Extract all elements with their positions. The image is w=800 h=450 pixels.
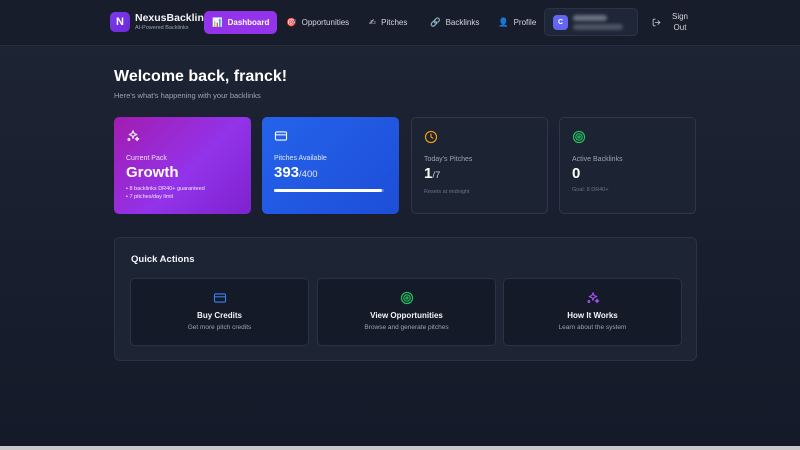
pitches-available-card: Pitches Available 393/400 [262,117,399,214]
pitches-value: 393/400 [274,164,387,184]
active-note: Goal: 8 DR40+ [572,187,609,193]
pack-label: Current Pack [126,155,167,162]
user-name-redacted [573,15,607,21]
nav-opportunities-label: Opportunities [301,18,350,27]
top-navbar: N NexusBacklinks AI-Powered Backlinks 📊 … [0,0,800,46]
today-value: 1/7 [424,165,535,185]
nav-opportunities[interactable]: 🎯 Opportunities [278,11,357,34]
pitches-total: /400 [299,169,318,180]
nav-profile[interactable]: 👤 Profile [490,11,544,34]
user-icon: 👤 [498,17,509,28]
view-opportunities-action[interactable]: View Opportunities Browse and generate p… [317,278,496,346]
pack-value: Growth [126,164,179,181]
buy-credits-action[interactable]: Buy Credits Get more pitch credits [130,278,309,346]
nav-backlinks[interactable]: 🔗 Backlinks [422,11,487,34]
sparkles-icon [586,292,599,304]
window-bottom-edge [0,446,800,450]
chart-icon: 📊 [212,17,223,28]
pack-feature: • 8 backlinks DR40+ guaranteed [126,186,205,192]
action-name: Buy Credits [197,311,242,320]
nav-pitches[interactable]: ✍ Pitches [361,11,415,34]
action-name: View Opportunities [370,311,443,320]
target-icon [400,291,413,305]
action-name: How It Works [567,311,618,320]
target-dart-icon: 🎯 [286,17,297,28]
avatar: C [553,15,568,30]
active-label: Active Backlinks [572,156,623,163]
signout-label: Sign Out [671,12,688,32]
nav-dashboard-label: Dashboard [227,18,270,27]
target-icon [572,130,586,144]
today-label: Today's Pitches [424,156,473,163]
pack-feature: • 7 pitches/day limit [126,194,174,200]
action-description: Get more pitch credits [187,324,252,331]
nav-pitches-label: Pitches [381,18,408,27]
today-note: Resets at midnight [424,189,470,195]
brand-tagline: AI-Powered Backlinks [135,24,189,31]
todays-pitches-card: Today's Pitches 1/7 Resets at midnight [411,117,548,214]
active-value: 0 [572,165,581,182]
user-menu[interactable]: C [544,8,638,36]
nav-backlinks-label: Backlinks [445,18,480,27]
credit-card-icon [213,293,226,303]
pitches-count: 393 [274,164,300,181]
brand[interactable]: N NexusBacklinks AI-Powered Backlinks [110,12,205,32]
today-total: /7 [432,170,441,181]
action-description: Browse and generate pitches [364,324,449,331]
clock-icon [424,130,438,144]
brand-name: NexusBacklinks [135,13,205,24]
credit-card-icon [274,131,288,141]
pitches-progress-fill [274,189,383,192]
user-email-redacted [573,24,623,30]
pitches-label: Pitches Available [274,155,327,162]
brand-logo: N [110,12,130,32]
quick-actions-panel: Quick Actions Buy Credits Get more pitch… [114,237,697,361]
sparkles-icon [127,130,140,142]
signout-button[interactable]: Sign Out [652,11,691,33]
pitches-progress-bar [274,189,384,192]
logout-icon [652,18,661,26]
page-subtitle: Here's what's happening with your backli… [114,91,261,100]
nav-dashboard[interactable]: 📊 Dashboard [204,11,278,34]
how-it-works-action[interactable]: How It Works Learn about the system [503,278,682,346]
writing-hand-icon: ✍ [369,17,377,28]
nav-profile-label: Profile [513,18,537,27]
link-icon: 🔗 [430,17,441,28]
current-pack-card: Current Pack Growth • 8 backlinks DR40+ … [114,117,251,214]
action-description: Learn about the system [558,324,627,331]
quick-actions-title: Quick Actions [131,254,195,265]
page-title: Welcome back, franck! [114,68,288,85]
active-backlinks-card: Active Backlinks 0 Goal: 8 DR40+ [559,117,696,214]
